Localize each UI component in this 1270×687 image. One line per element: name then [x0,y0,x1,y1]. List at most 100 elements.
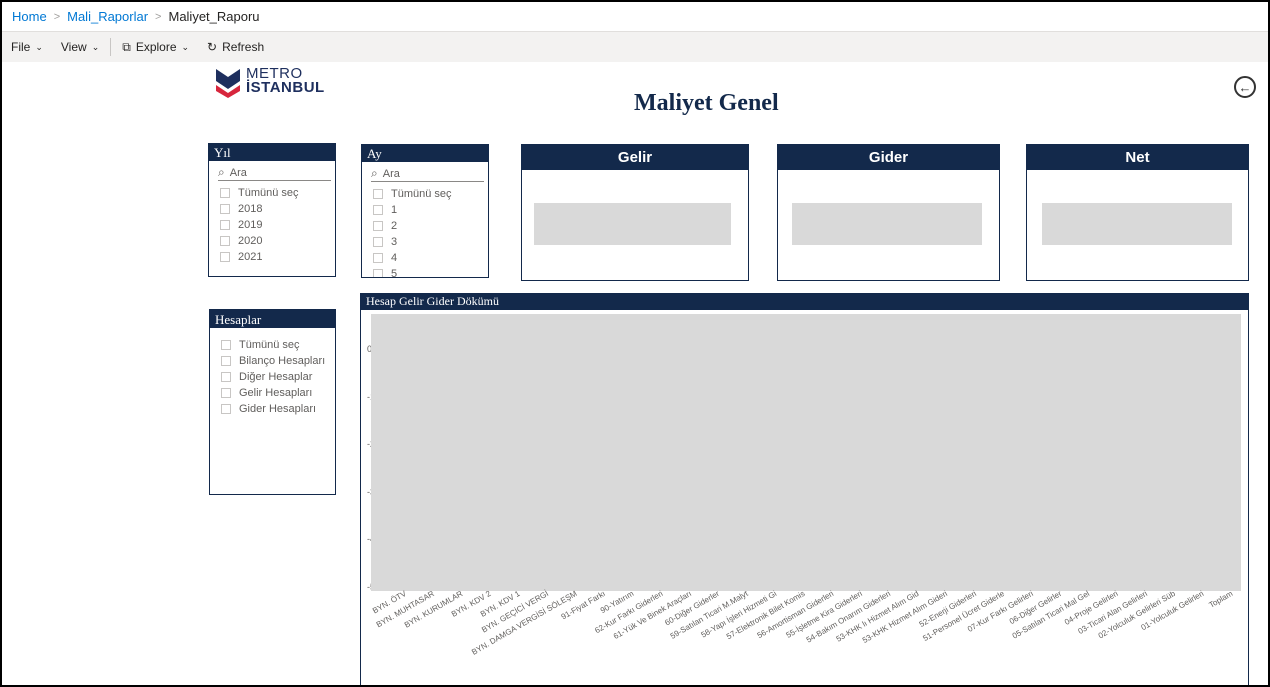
chevron-down-icon: ⌄ [35,41,43,52]
year-item-label: 2019 [238,219,263,231]
accounts-item[interactable]: Gider Hesapları [210,401,335,417]
accounts-item[interactable]: Diğer Hesaplar [210,369,335,385]
month-slicer-items: Tümünü seç 1 2 3 4 5 [362,186,488,278]
x-axis: BYN. ÖTV BYN. MUHTASAR BYN. KURUMLAR BYN. K… [361,589,1250,679]
breadcrumb-separator-icon: > [155,10,162,23]
report-canvas: METRO İSTANBUL Maliyet Genel ← Yıl ⌕ Ara… [2,62,1268,685]
month-item[interactable]: 5 [362,266,488,278]
month-search-input[interactable]: ⌕ Ara [371,166,484,182]
checkbox-icon[interactable] [220,188,230,198]
year-item[interactable]: 2021 [209,249,335,265]
checkbox-icon[interactable] [373,189,383,199]
refresh-button[interactable]: ↻ Refresh [198,32,273,62]
checkbox-icon[interactable] [220,236,230,246]
view-menu-label: View [60,40,87,54]
year-slicer-title: Yıl [209,144,335,161]
account-breakdown-chart: Hesap Gelir Gider Dökümü 0-1-2-3-4-5 mn … [360,293,1249,685]
month-item[interactable]: 4 [362,250,488,266]
checkbox-icon[interactable] [220,252,230,262]
net-value-redacted [1042,203,1232,245]
back-arrow-icon[interactable]: ← [1234,76,1256,98]
expense-card: Gider [777,144,1000,281]
chart-title: Hesap Gelir Gider Dökümü [361,293,1248,310]
net-card: Net [1026,144,1249,281]
checkbox-icon[interactable] [221,404,231,414]
accounts-item[interactable]: Tümünü seç [210,337,335,353]
chevron-down-icon: ⌄ [181,41,190,52]
checkbox-icon[interactable] [373,253,383,263]
checkbox-icon[interactable] [221,372,231,382]
toolbar: File ⌄ View ⌄ ⧉ Explore ⌄ ↻ Refresh [2,32,1268,62]
accounts-item-label: Gelir Hesapları [239,387,313,399]
checkbox-icon[interactable] [373,205,383,215]
year-item-label: Tümünü seç [238,187,299,199]
year-item[interactable]: 2018 [209,201,335,217]
breadcrumb-folder[interactable]: Mali_Raporlar [67,9,148,24]
month-item-label: 2 [391,220,398,232]
breadcrumb-home[interactable]: Home [12,9,47,24]
year-search-input[interactable]: ⌕ Ara [218,165,331,181]
year-item[interactable]: 2020 [209,233,335,249]
accounts-item-label: Gider Hesapları [239,403,317,415]
checkbox-icon[interactable] [221,340,231,350]
view-menu[interactable]: View ⌄ [52,32,108,62]
refresh-icon: ↻ [207,40,218,54]
year-item-label: 2021 [238,251,263,263]
month-item[interactable]: 2 [362,218,488,234]
year-slicer: Yıl ⌕ Ara Tümünü seç 2018 2019 2020 2021 [208,143,336,277]
chevron-down-icon: ⌄ [91,41,100,52]
checkbox-icon[interactable] [373,269,383,277]
accounts-item-label: Diğer Hesaplar [239,371,313,383]
month-item[interactable]: 3 [362,234,488,250]
accounts-slicer-items: Tümünü seç Bilanço Hesapları Diğer Hesapla… [210,337,335,417]
accounts-item[interactable]: Gelir Hesapları [210,385,335,401]
income-card-title: Gelir [522,145,748,170]
year-item-label: 2020 [238,235,263,247]
toolbar-divider [110,38,112,56]
year-item[interactable]: 2019 [209,217,335,233]
checkbox-icon[interactable] [373,221,383,231]
checkbox-icon[interactable] [221,388,231,398]
checkbox-icon[interactable] [220,204,230,214]
year-search-placeholder: Ara [229,166,247,179]
month-item-label: 5 [391,268,398,278]
search-icon: ⌕ [218,165,225,179]
explore-menu[interactable]: ⧉ Explore ⌄ [113,32,198,62]
accounts-item-label: Bilanço Hesapları [239,355,326,367]
month-item[interactable]: 1 [362,202,488,218]
file-menu[interactable]: File ⌄ [2,32,52,62]
month-search-placeholder: Ara [382,167,400,180]
checkbox-icon[interactable] [221,356,231,366]
x-tick-label: Toplam [1207,589,1234,610]
accounts-slicer: Hesaplar Tümünü seç Bilanço Hesapları Diğe… [209,309,336,495]
explore-menu-label: Explore [135,40,177,54]
checkbox-icon[interactable] [220,220,230,230]
year-slicer-items: Tümünü seç 2018 2019 2020 2021 [209,185,335,265]
month-item-label: 4 [391,252,398,264]
month-item[interactable]: Tümünü seç [362,186,488,202]
accounts-slicer-title: Hesaplar [210,310,335,328]
month-item-label: Tümünü seç [391,188,452,200]
page-title: Maliyet Genel [634,90,779,116]
expense-card-title: Gider [778,145,999,170]
breadcrumb: Home > Mali_Raporlar > Maliyet_Raporu [2,2,1268,32]
explore-icon: ⧉ [122,39,131,54]
month-item-label: 1 [391,204,398,216]
metro-logo-icon [216,69,240,98]
net-card-title: Net [1027,145,1248,170]
logo-istanbul-text: İSTANBUL [246,79,325,96]
file-menu-label: File [11,40,31,54]
year-item-label: 2018 [238,203,263,215]
accounts-item-label: Tümünü seç [239,339,300,351]
chart-plot-redacted [371,314,1241,591]
income-card: Gelir [521,144,749,281]
month-item-label: 3 [391,236,398,248]
income-value-redacted [534,203,731,245]
year-item[interactable]: Tümünü seç [209,185,335,201]
expense-value-redacted [792,203,982,245]
metro-istanbul-logo: METRO İSTANBUL [214,66,325,99]
checkbox-icon[interactable] [373,237,383,247]
breadcrumb-current: Maliyet_Raporu [168,9,260,24]
breadcrumb-separator-icon: > [53,10,61,23]
accounts-item[interactable]: Bilanço Hesapları [210,353,335,369]
